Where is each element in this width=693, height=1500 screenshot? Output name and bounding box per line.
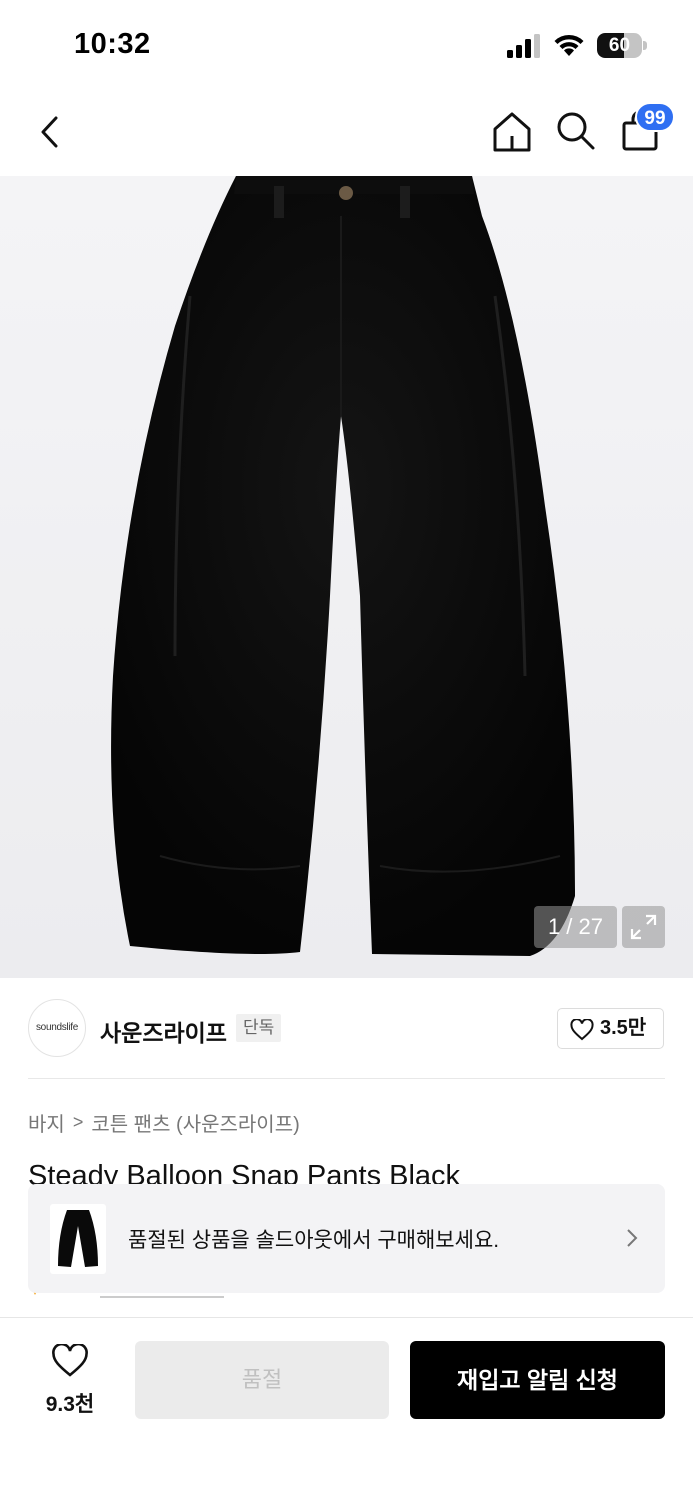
heart-icon bbox=[570, 1019, 594, 1041]
brand-like-count: 3.5만 bbox=[600, 1017, 647, 1039]
breadcrumb-subcategory[interactable]: 코튼 팬츠 (사운즈라이프) bbox=[91, 1108, 299, 1137]
heart-icon bbox=[52, 1344, 88, 1377]
battery-indicator: 60 bbox=[597, 33, 647, 58]
status-time: 10:32 bbox=[74, 28, 151, 60]
breadcrumb: 바지 > 코튼 팬츠 (사운즈라이프) bbox=[28, 1108, 300, 1137]
expand-image-button[interactable] bbox=[622, 906, 665, 948]
cart-count-badge: 99 bbox=[635, 102, 675, 132]
soldout-button: 품절 bbox=[135, 1341, 389, 1419]
product-title: Steady Balloon Snap Pants Black bbox=[28, 1160, 461, 1186]
brand-row: soundslife 사운즈라이프 단독 3.5만 bbox=[0, 978, 693, 1078]
restock-alert-button[interactable]: 재입고 알림 신청 bbox=[410, 1341, 665, 1419]
wishlist-count: 9.3천 bbox=[45, 1393, 95, 1416]
expand-icon bbox=[630, 914, 657, 940]
navigation-bar: 99 bbox=[0, 90, 693, 176]
pants-image bbox=[111, 176, 575, 956]
soldout-banner[interactable]: 품절된 상품을 솔드아웃에서 구매해보세요. bbox=[28, 1184, 665, 1293]
breadcrumb-separator: > bbox=[72, 1112, 84, 1132]
bottom-action-bar: 9.3천 품절 재입고 알림 신청 bbox=[0, 1317, 693, 1500]
battery-level: 60 bbox=[608, 35, 631, 56]
home-icon[interactable] bbox=[490, 110, 534, 154]
image-counter: 1 / 27 bbox=[533, 906, 617, 948]
product-image-gallery[interactable]: 1 / 27 bbox=[0, 176, 693, 978]
breadcrumb-category[interactable]: 바지 bbox=[28, 1108, 65, 1137]
brand-logo[interactable]: soundslife bbox=[28, 999, 86, 1057]
search-icon[interactable] bbox=[555, 110, 597, 152]
wifi-icon bbox=[554, 34, 584, 56]
soldout-banner-text: 품절된 상품을 솔드아웃에서 구매해보세요. bbox=[128, 1229, 500, 1252]
back-icon[interactable] bbox=[30, 108, 70, 152]
battery-body: 60 bbox=[597, 33, 642, 58]
cellular-signal-icon bbox=[507, 34, 540, 58]
soldout-product-thumbnail bbox=[50, 1204, 106, 1274]
divider bbox=[28, 1078, 665, 1079]
brand-name[interactable]: 사운즈라이프 bbox=[100, 1014, 227, 1048]
wishlist-button[interactable]: 9.3천 bbox=[30, 1340, 110, 1420]
status-bar: 10:32 60 bbox=[0, 0, 693, 90]
brand-like-button[interactable]: 3.5만 bbox=[557, 1008, 664, 1049]
exclusive-tag: 단독 bbox=[236, 1014, 282, 1042]
battery-tip bbox=[643, 41, 647, 50]
chevron-right-icon bbox=[627, 1229, 638, 1247]
pants-thumbnail-image bbox=[58, 1210, 98, 1267]
